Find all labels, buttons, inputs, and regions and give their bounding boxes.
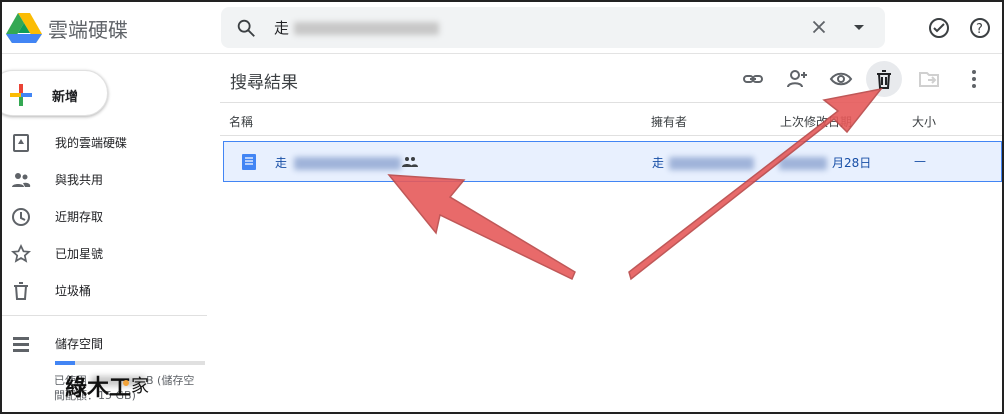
search-options-icon[interactable] bbox=[849, 17, 869, 37]
link-icon[interactable] bbox=[741, 67, 765, 91]
add-person-icon[interactable] bbox=[785, 67, 809, 91]
column-size[interactable]: 大小 bbox=[912, 113, 936, 130]
shared-file-icon bbox=[402, 157, 418, 167]
sidebar-item-recent[interactable]: 近期存取 bbox=[2, 199, 207, 233]
search-visible-text: 走 bbox=[274, 19, 290, 37]
svg-text:家: 家 bbox=[131, 376, 149, 397]
shared-users-icon bbox=[12, 173, 31, 187]
new-button[interactable]: 新增 bbox=[2, 70, 108, 116]
column-last-modified[interactable]: 上次修改日期 bbox=[780, 113, 852, 130]
google-drive-logo-icon[interactable] bbox=[6, 12, 42, 44]
storage-icon bbox=[13, 337, 29, 352]
sidebar-item-my-drive[interactable]: 我的雲端硬碟 bbox=[2, 125, 207, 159]
svg-text:?: ? bbox=[976, 22, 983, 37]
clock-icon bbox=[12, 208, 30, 226]
search-box[interactable]: 走 bbox=[221, 7, 885, 48]
move-to-folder-icon[interactable] bbox=[917, 67, 941, 91]
file-size: — bbox=[914, 154, 926, 168]
obscured-file-name bbox=[294, 157, 402, 170]
search-icon[interactable] bbox=[235, 17, 257, 39]
storage-label: 儲存空間 bbox=[55, 337, 104, 351]
sidebar: 新增 我的雲端硬碟 與我共用 近期存取 已加星號 垃圾桶 儲存空間 已使用 B (… bbox=[2, 55, 207, 412]
sidebar-item-label: 垃圾桶 bbox=[55, 284, 92, 298]
trash-icon[interactable] bbox=[872, 67, 896, 91]
top-bar: 雲端硬碟 走 ? bbox=[2, 2, 1002, 54]
preview-eye-icon[interactable] bbox=[829, 67, 853, 91]
file-last-modified: 月28日 bbox=[779, 154, 871, 171]
app-title: 雲端硬碟 bbox=[48, 18, 128, 42]
sidebar-item-starred[interactable]: 已加星號 bbox=[2, 236, 207, 270]
modified-visible-text: 月28日 bbox=[832, 156, 872, 170]
file-name[interactable]: 走 bbox=[275, 154, 402, 171]
more-options-icon[interactable] bbox=[962, 67, 986, 91]
main-content: 搜尋結果 名稱 擁有者 上次修改日期 大小 走 走 月28日 — bbox=[220, 55, 1002, 412]
file-list-header: 名稱 擁有者 上次修改日期 大小 bbox=[220, 102, 1002, 136]
sidebar-item-label: 我的雲端硬碟 bbox=[55, 136, 128, 150]
obscured-date bbox=[779, 157, 827, 170]
plus-icon bbox=[10, 84, 32, 106]
sidebar-item-shared-with-me[interactable]: 與我共用 bbox=[2, 162, 207, 196]
sidebar-item-label: 近期存取 bbox=[55, 210, 104, 224]
google-drive-window: 雲端硬碟 走 ? 新增 我的雲端硬碟 與我共用 近期存取 已加星號 垃圾桶 儲存… bbox=[0, 0, 1004, 414]
document-icon bbox=[242, 154, 256, 170]
file-owner: 走 bbox=[652, 154, 755, 171]
search-input[interactable]: 走 bbox=[274, 17, 439, 38]
tasks-icon[interactable] bbox=[927, 16, 951, 40]
sidebar-item-label: 已加星號 bbox=[55, 247, 104, 261]
sidebar-divider bbox=[2, 315, 207, 316]
sidebar-item-label: 與我共用 bbox=[55, 173, 104, 187]
column-name[interactable]: 名稱 bbox=[229, 113, 253, 130]
trash-icon bbox=[14, 282, 28, 300]
help-icon[interactable]: ? bbox=[968, 16, 992, 40]
obscured-owner bbox=[669, 157, 755, 170]
svg-text:綠木工: 綠木工 bbox=[65, 376, 131, 401]
watermark-logo: 綠木工 家 bbox=[65, 376, 149, 402]
page-title: 搜尋結果 bbox=[230, 73, 298, 93]
star-icon bbox=[11, 244, 31, 263]
obscured-search-text bbox=[293, 22, 439, 35]
column-owner[interactable]: 擁有者 bbox=[651, 113, 687, 130]
sidebar-item-trash[interactable]: 垃圾桶 bbox=[2, 273, 207, 307]
file-row[interactable]: 走 走 月28日 — bbox=[223, 141, 1002, 182]
owner-visible-text: 走 bbox=[652, 156, 665, 170]
file-name-visible-text: 走 bbox=[275, 156, 288, 170]
close-icon[interactable] bbox=[808, 16, 830, 38]
drive-icon bbox=[13, 134, 29, 152]
new-button-label: 新增 bbox=[52, 90, 79, 105]
